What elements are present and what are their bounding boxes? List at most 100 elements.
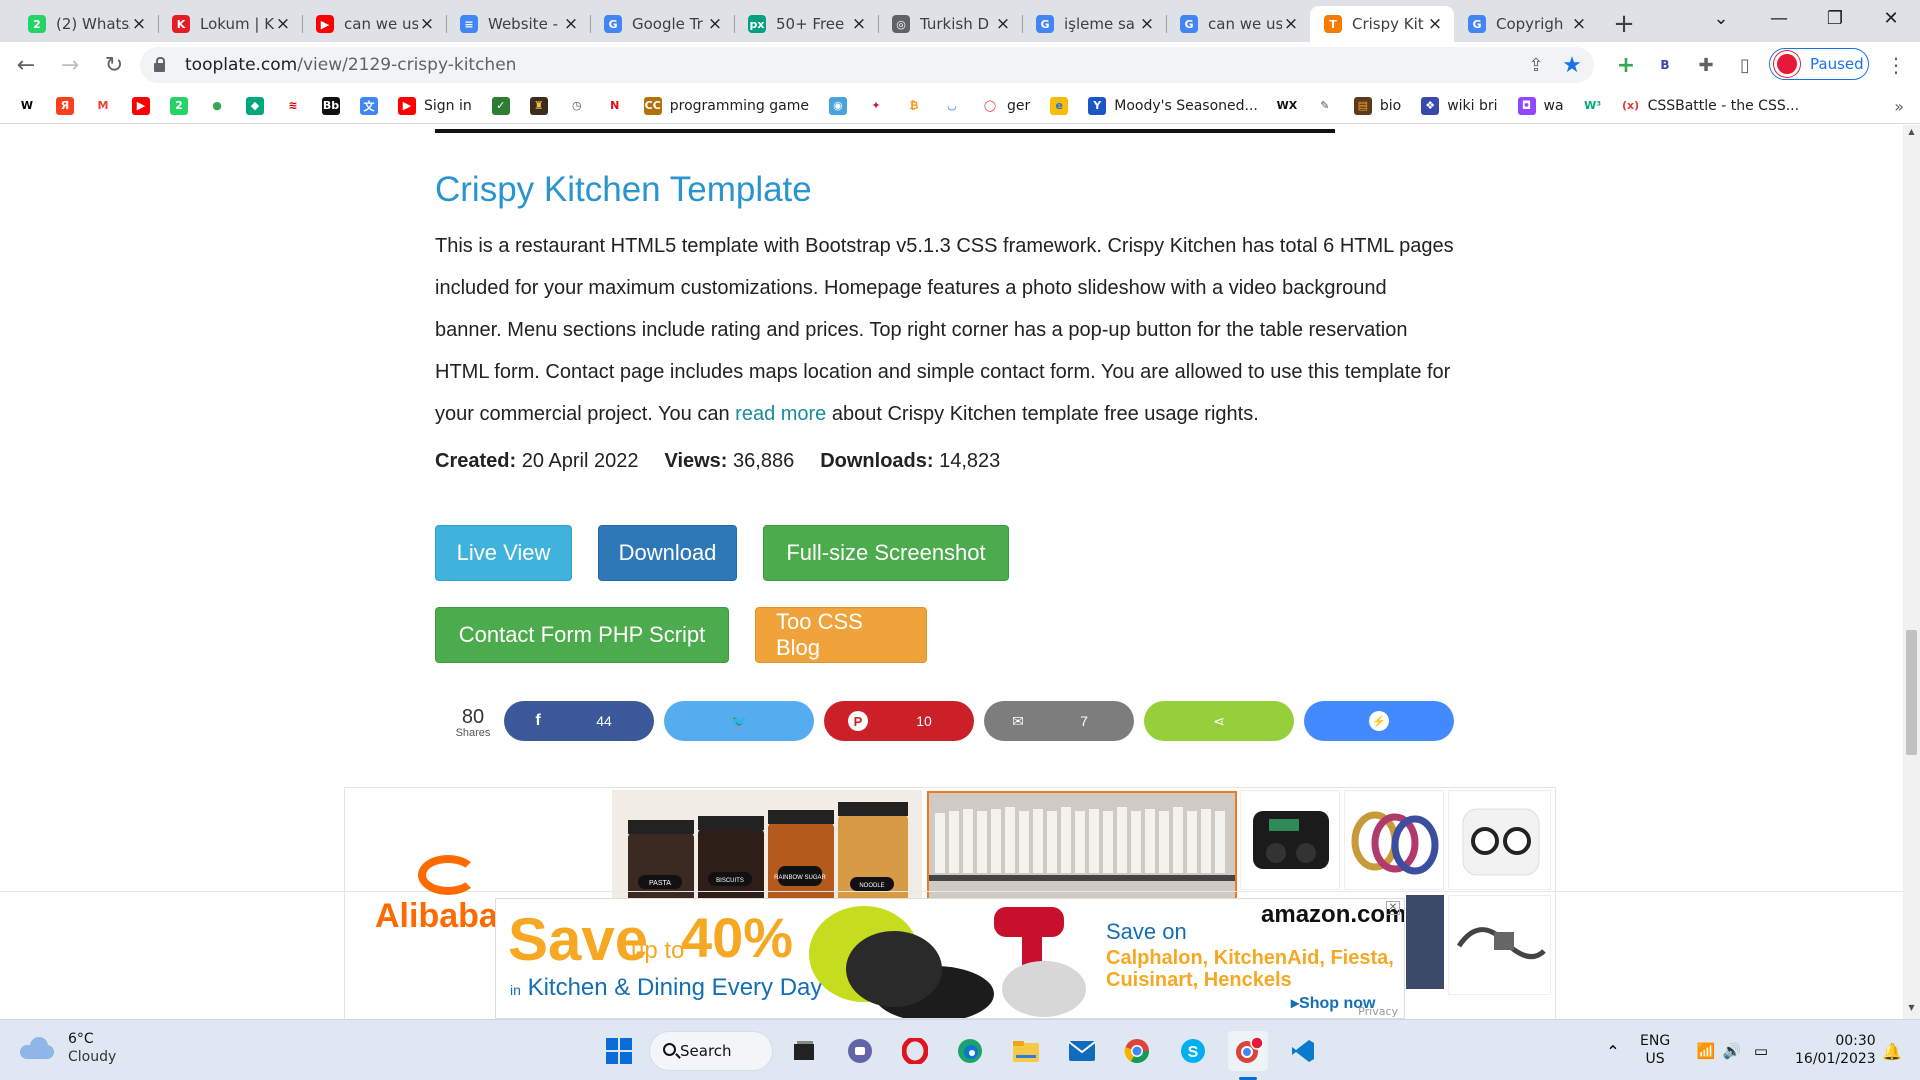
bookmark-item[interactable]: M bbox=[94, 96, 112, 115]
bookmark-item[interactable]: ▤ bio bbox=[1353, 96, 1401, 115]
ad-product-cable[interactable] bbox=[1448, 895, 1551, 995]
browser-tab[interactable]: ≡ Website - × bbox=[446, 6, 590, 42]
forward-button[interactable]: → bbox=[50, 45, 90, 85]
bookmark-item[interactable]: ≋ bbox=[284, 96, 302, 115]
mail-button[interactable] bbox=[1062, 1031, 1102, 1071]
bookmark-star-button[interactable]: ★ bbox=[1557, 47, 1587, 83]
share-pinterest-button[interactable]: P 10 bbox=[824, 701, 974, 741]
amazon-banner-ad[interactable]: Save up to 40% in Kitchen & Dining Every… bbox=[495, 898, 1405, 1019]
ad-privacy-link[interactable]: Privacy bbox=[1358, 1005, 1398, 1018]
browser-tab[interactable]: G Google Tr × bbox=[590, 6, 734, 42]
browser-tab[interactable]: ◎ Turkish D × bbox=[878, 6, 1022, 42]
task-view-button[interactable] bbox=[784, 1031, 824, 1071]
chrome-profile-button[interactable] bbox=[1228, 1031, 1268, 1071]
tab-close-button[interactable]: × bbox=[1138, 14, 1156, 34]
download-button[interactable]: Download bbox=[598, 525, 737, 581]
tab-close-button[interactable]: × bbox=[274, 14, 292, 34]
extension-plus-button[interactable]: + bbox=[1608, 47, 1644, 83]
edge-button[interactable] bbox=[950, 1031, 990, 1071]
bookmark-item[interactable]: ◉ bbox=[828, 96, 847, 115]
browser-tab[interactable]: K Lokum | K × bbox=[158, 6, 302, 42]
start-button[interactable] bbox=[599, 1031, 639, 1071]
tray-overflow-button[interactable]: ⌃ bbox=[1593, 1031, 1633, 1071]
restore-button[interactable]: ❐ bbox=[1806, 0, 1864, 36]
share-page-button[interactable]: ⇪ bbox=[1521, 47, 1551, 83]
bookmark-item[interactable]: ◆ bbox=[246, 96, 264, 115]
tab-close-button[interactable]: × bbox=[1426, 14, 1444, 34]
browser-tab[interactable]: 2 (2) WhatsApp× bbox=[14, 6, 158, 42]
system-clock[interactable]: 00:30 16/01/2023 bbox=[1795, 1032, 1876, 1068]
taskbar-search[interactable]: Search bbox=[649, 1031, 773, 1071]
browser-tab[interactable]: G Copyrigh × bbox=[1454, 6, 1598, 42]
bookmark-item[interactable]: ❖ wiki bri bbox=[1421, 96, 1498, 115]
bookmark-item[interactable]: N bbox=[605, 96, 624, 115]
notifications-button[interactable]: 🔔 bbox=[1872, 1031, 1912, 1071]
bookmark-item[interactable]: ◯ ger bbox=[980, 96, 1030, 115]
bookmark-item[interactable]: ◷ bbox=[567, 96, 586, 115]
opera-button[interactable] bbox=[895, 1031, 935, 1071]
scroll-down-arrow[interactable]: ▼ bbox=[1903, 1003, 1920, 1017]
bookmark-item[interactable]: ✎ bbox=[1315, 96, 1334, 115]
page-scrollbar[interactable]: ▲ ▼ bbox=[1903, 125, 1920, 1019]
ad-close-button[interactable]: ✕ bbox=[1386, 901, 1400, 915]
more-bookmarks-button[interactable]: » bbox=[1894, 88, 1904, 124]
share-twitter-button[interactable]: 🐦 bbox=[664, 701, 814, 741]
bookmark-item[interactable]: ● bbox=[208, 96, 226, 115]
bookmark-item[interactable]: W³ bbox=[1583, 96, 1602, 115]
close-window-button[interactable]: ✕ bbox=[1862, 0, 1920, 36]
css-blog-button[interactable]: Too CSS Blog bbox=[755, 607, 927, 663]
bookmark-item[interactable]: ✓ bbox=[491, 96, 510, 115]
bookmark-item[interactable]: 2 bbox=[170, 96, 188, 115]
bookmark-item[interactable]: e bbox=[1050, 96, 1069, 115]
share-sharethis-button[interactable]: ⋖ bbox=[1144, 701, 1294, 741]
new-tab-button[interactable]: + bbox=[1604, 6, 1644, 42]
bookmark-item[interactable]: Y Moody's Seasoned... bbox=[1088, 96, 1258, 115]
ad-product-earbuds-case[interactable] bbox=[1240, 790, 1340, 890]
vscode-button[interactable] bbox=[1283, 1031, 1323, 1071]
browser-menu-button[interactable]: ⋮ bbox=[1878, 47, 1914, 83]
read-more-link[interactable]: read more bbox=[735, 403, 826, 425]
bookmark-item[interactable]: Bb bbox=[322, 96, 340, 115]
bookmark-item[interactable]: ▶ bbox=[132, 96, 150, 115]
tab-close-button[interactable]: × bbox=[994, 14, 1012, 34]
browser-tab[interactable]: Gişleme sa × bbox=[1022, 6, 1166, 42]
contact-form-php-button[interactable]: Contact Form PHP Script bbox=[435, 607, 729, 663]
reload-button[interactable]: ↻ bbox=[94, 45, 134, 85]
bookmark-item[interactable]: ◡ bbox=[942, 96, 961, 115]
bookmark-item[interactable]: ▶ Sign in bbox=[398, 96, 472, 115]
battery-status[interactable]: ▭ bbox=[1741, 1031, 1781, 1071]
share-email-button[interactable]: ✉ 7 bbox=[984, 701, 1134, 741]
bookmark-item[interactable]: 文 bbox=[360, 96, 378, 115]
live-view-button[interactable]: Live View bbox=[435, 525, 572, 581]
browser-tab[interactable]: Gcan we us × bbox=[1166, 6, 1310, 42]
browser-tab[interactable]: px 50+ Free × bbox=[734, 6, 878, 42]
back-button[interactable]: ← bbox=[6, 45, 46, 85]
teams-chat-button[interactable] bbox=[840, 1031, 880, 1071]
bookmark-item[interactable]: ₿ bbox=[904, 96, 923, 115]
full-screenshot-button[interactable]: Full-size Screenshot bbox=[763, 525, 1009, 581]
bookmark-item[interactable]: ✦ bbox=[866, 96, 885, 115]
bookmark-item[interactable]: W bbox=[18, 96, 36, 115]
tab-close-button[interactable]: × bbox=[850, 14, 868, 34]
language-indicator[interactable]: ENG US bbox=[1640, 1032, 1670, 1068]
share-facebook-button[interactable]: f 44 bbox=[504, 701, 654, 741]
tab-close-button[interactable]: × bbox=[1570, 14, 1588, 34]
ad-product-watch-bands[interactable] bbox=[1344, 790, 1444, 890]
tab-close-button[interactable]: × bbox=[130, 14, 148, 34]
chrome-button[interactable] bbox=[1117, 1031, 1157, 1071]
ad-product-partial[interactable] bbox=[1406, 895, 1444, 989]
bookmark-item[interactable]: ◘ wa bbox=[1517, 96, 1564, 115]
side-panel-button[interactable]: ▯ bbox=[1727, 47, 1763, 83]
browser-tab[interactable]: ▶ can we use× bbox=[302, 6, 446, 42]
bookmark-item[interactable]: WX bbox=[1277, 96, 1297, 115]
share-messenger-button[interactable]: ⚡ bbox=[1304, 701, 1454, 741]
skype-button[interactable]: S bbox=[1173, 1031, 1213, 1071]
bookmark-item[interactable]: (x) CSSBattle - the CSS... bbox=[1621, 96, 1799, 115]
ad-product-white-earbuds[interactable] bbox=[1448, 790, 1551, 890]
address-bar[interactable]: tooplate.com/view/2129-crispy-kitchen ⇪ … bbox=[140, 47, 1594, 83]
tab-close-button[interactable]: × bbox=[1282, 14, 1300, 34]
bookmark-item[interactable]: CC programming game bbox=[643, 96, 809, 115]
extension-b-button[interactable]: B bbox=[1647, 47, 1683, 83]
tab-close-button[interactable]: × bbox=[706, 14, 724, 34]
profile-button[interactable]: Paused bbox=[1769, 48, 1869, 80]
